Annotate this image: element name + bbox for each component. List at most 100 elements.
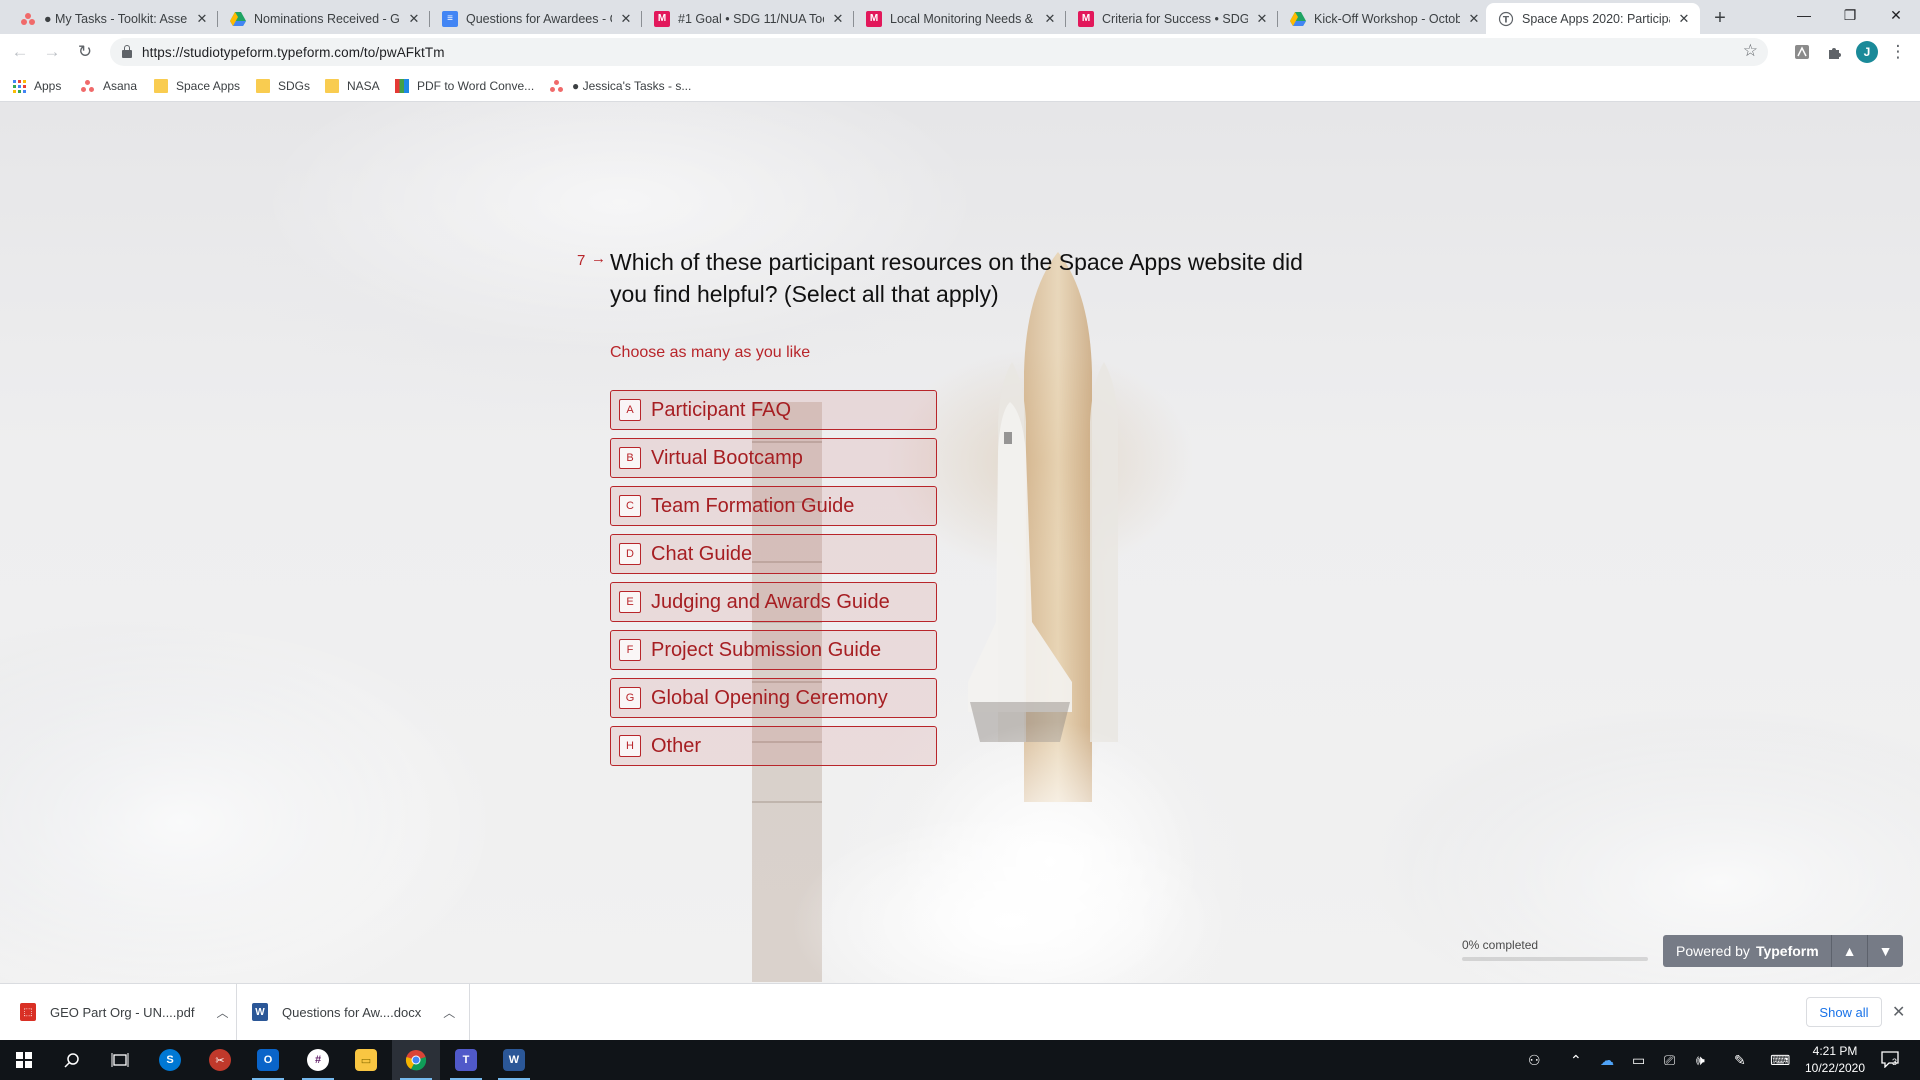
profile-avatar[interactable]: J [1856,41,1878,63]
notification-center-icon[interactable]: 3 [1880,1050,1902,1070]
download-item-pdf[interactable]: ⬚ GEO Part Org - UN....pdf ︿ [20,994,229,1030]
close-tab-icon[interactable]: ✕ [1466,11,1482,27]
pdf-converter-icon [395,79,409,93]
bookmark-sdgs[interactable]: SDGs [256,76,310,96]
choice-key: B [619,447,641,469]
network-icon[interactable]: ⎚ [1664,1040,1675,1080]
tab-nominations[interactable]: Nominations Received - Go ✕ [218,3,430,34]
next-question-button[interactable]: ▼ [1867,935,1903,967]
drive-icon [1290,11,1306,27]
choice-label: Chat Guide [651,542,753,565]
file-explorer-icon[interactable]: ▭ [342,1040,390,1080]
apps-icon [13,79,26,93]
asana-icon [20,11,36,27]
chevron-up-icon[interactable]: ︿ [216,1004,228,1021]
chevron-down-icon: ▼ [1878,943,1893,959]
bookmark-jessicas-tasks[interactable]: ● Jessica's Tasks - s... [550,76,691,96]
bookmark-nasa[interactable]: NASA [325,76,380,96]
bookmark-apps[interactable]: Apps [13,76,61,96]
restore-icon[interactable]: ❐ [1827,0,1873,30]
tab-local-monitoring[interactable]: M Local Monitoring Needs & I ✕ [854,3,1066,34]
choice-virtual-bootcamp[interactable]: B Virtual Bootcamp [610,438,937,478]
new-tab-button[interactable]: + [1708,6,1732,30]
tab-my-tasks[interactable]: ● My Tasks - Toolkit: Assem ✕ [8,3,218,34]
m-icon: M [866,10,882,27]
close-tab-icon[interactable]: ✕ [830,11,846,27]
search-icon[interactable] [48,1040,96,1080]
choice-project-submission-guide[interactable]: F Project Submission Guide [610,630,937,670]
typeform-page: 7 → Which of these participant resources… [0,102,1920,983]
tab-sdg-goal[interactable]: M #1 Goal • SDG 11/NUA Too ✕ [642,3,854,34]
choice-label: Team Formation Guide [651,494,855,517]
battery-icon[interactable]: ▭ [1632,1040,1645,1080]
choice-key: E [619,591,641,613]
close-tab-icon[interactable]: ✕ [618,11,634,27]
minimize-icon[interactable]: — [1781,0,1827,30]
people-icon[interactable]: ⚇ [1528,1040,1541,1080]
close-tab-icon[interactable]: ✕ [1042,11,1058,27]
download-item-docx[interactable]: W Questions for Aw....docx ︿ [252,994,455,1030]
bookmark-asana[interactable]: Asana [81,76,137,96]
teams-icon[interactable]: T [442,1040,490,1080]
bookmark-pdf-to-word[interactable]: PDF to Word Conve... [395,76,534,96]
pdf-extension-icon[interactable] [1790,40,1814,64]
forward-icon[interactable]: → [40,40,64,64]
choice-global-opening-ceremony[interactable]: G Global Opening Ceremony [610,678,937,718]
drive-icon [230,11,246,27]
choice-other[interactable]: H Other [610,726,937,766]
choice-judging-awards-guide[interactable]: E Judging and Awards Guide [610,582,937,622]
windows-start-icon[interactable] [0,1040,48,1080]
close-tab-icon[interactable]: ✕ [1676,11,1692,27]
tab-criteria-success[interactable]: M Criteria for Success • SDG 1 ✕ [1066,3,1278,34]
close-window-icon[interactable]: ✕ [1873,0,1919,30]
choice-team-formation-guide[interactable]: C Team Formation Guide [610,486,937,526]
skype-icon[interactable]: S [146,1040,194,1080]
choice-label: Judging and Awards Guide [651,590,890,613]
choice-participant-faq[interactable]: A Participant FAQ [610,390,937,430]
outlook-icon[interactable]: O [244,1040,292,1080]
chrome-icon[interactable] [392,1040,440,1080]
choice-chat-guide[interactable]: D Chat Guide [610,534,937,574]
back-icon[interactable]: ← [8,40,32,64]
show-all-button[interactable]: Show all [1806,997,1882,1027]
chevron-up-icon: ▲ [1842,943,1857,959]
tab-questions-awardees[interactable]: ≡ Questions for Awardees - G ✕ [430,3,642,34]
folder-icon [154,79,168,93]
asana-icon [550,79,564,93]
tab-kickoff-workshop[interactable]: Kick-Off Workshop - Octob ✕ [1278,3,1490,34]
show-hidden-icons-icon[interactable]: ⌃ [1570,1040,1582,1080]
powered-by-typeform[interactable]: Powered by Typeform [1663,935,1831,967]
progress-text: 0% completed [1462,938,1539,952]
tab-strip: ● My Tasks - Toolkit: Assem ✕ Nomination… [0,0,1920,34]
bookmark-space-apps[interactable]: Space Apps [154,76,240,96]
close-tab-icon[interactable]: ✕ [1254,11,1270,27]
word-icon[interactable]: W [490,1040,538,1080]
windows-taskbar: S ✂ O # ▭ T W ⚇ ⌃ ☁ ▭ ⎚ 🕪 ✎ ⌨ 4:21 PM 10… [0,1040,1920,1080]
keyboard-icon[interactable]: ⌨ [1770,1040,1790,1080]
question-text: Which of these participant resources on … [610,249,1303,307]
system-clock[interactable]: 4:21 PM 10/22/2020 [1802,1043,1868,1077]
onedrive-icon[interactable]: ☁ [1600,1040,1614,1080]
tab-space-apps[interactable]: T Space Apps 2020: Participa ✕ [1486,3,1700,34]
reload-icon[interactable]: ↻ [73,40,97,64]
choice-key: F [619,639,641,661]
url-text[interactable]: https://studiotypeform.typeform.com/to/p… [142,45,445,60]
address-bar[interactable]: https://studiotypeform.typeform.com/to/p… [110,38,1768,66]
close-tab-icon[interactable]: ✕ [406,11,422,27]
task-view-icon[interactable] [96,1040,144,1080]
snipping-tool-icon[interactable]: ✂ [196,1040,244,1080]
previous-question-button[interactable]: ▲ [1831,935,1867,967]
menu-dots-icon[interactable]: ⋮ [1886,40,1910,64]
choice-label: Participant FAQ [651,398,792,421]
extensions-puzzle-icon[interactable] [1822,40,1846,64]
choice-key: C [619,495,641,517]
download-bar: ⬚ GEO Part Org - UN....pdf ︿ W Questions… [0,983,1920,1041]
chevron-up-icon[interactable]: ︿ [443,1004,455,1021]
close-download-bar-icon[interactable]: ✕ [1892,1002,1905,1022]
bookmark-star-icon[interactable]: ☆ [1743,41,1758,61]
slack-icon[interactable]: # [294,1040,342,1080]
close-tab-icon[interactable]: ✕ [194,11,210,27]
choice-key: H [619,735,641,757]
volume-icon[interactable]: 🕪 [1696,1040,1705,1080]
pen-icon[interactable]: ✎ [1734,1040,1746,1080]
